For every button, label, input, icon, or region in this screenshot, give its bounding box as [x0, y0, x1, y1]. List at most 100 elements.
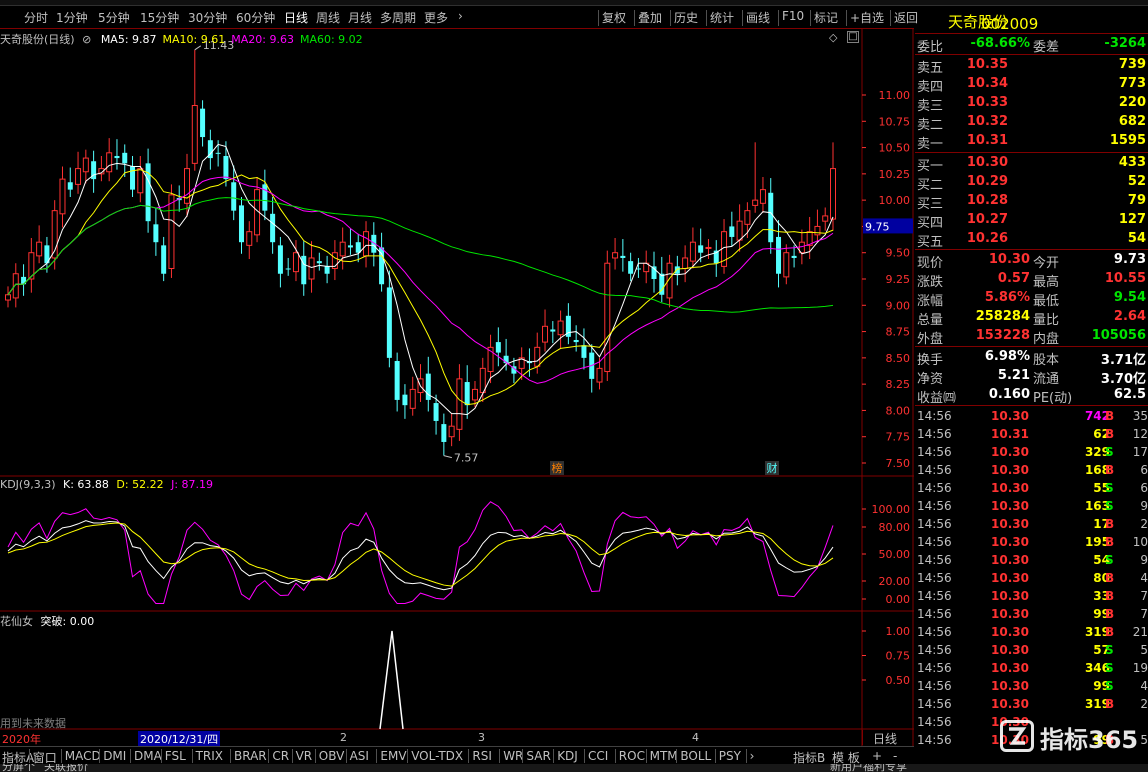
restore-icon[interactable]: □ — [847, 31, 859, 43]
period-8[interactable]: 月线 — [348, 9, 372, 26]
period-1[interactable]: 1分钟 — [56, 9, 88, 26]
buy-level[interactable]: 买二 10.29 52 — [915, 173, 1148, 193]
action-0[interactable]: 复权 — [602, 9, 626, 26]
candle-body-up — [363, 231, 370, 257]
candle-body-up — [736, 220, 743, 241]
tick-row: 14:56 10.30 168 B 6 — [915, 462, 1148, 480]
indicator-tab-dma[interactable]: DMA — [134, 749, 162, 763]
indicator-tab-macd[interactable]: MACD — [65, 749, 101, 763]
candle-body-down — [153, 224, 159, 243]
status-promo[interactable]: 新用户福利专享 — [830, 764, 907, 772]
divider — [915, 346, 1148, 347]
indicator-tab-brar[interactable]: BRAR — [234, 749, 267, 763]
indicator-tab-roc[interactable]: ROC — [619, 749, 645, 763]
indicator-tab-mtm[interactable]: MTM — [650, 749, 678, 763]
indicator-tab-kdj[interactable]: KDJ — [557, 749, 578, 763]
candle-body-down — [791, 255, 797, 258]
indicator-tab-obv[interactable]: OBV — [319, 749, 345, 763]
buy-level[interactable]: 买一 10.30 433 — [915, 154, 1148, 174]
tick-row: 14:56 10.30 33 B 7 — [915, 588, 1148, 606]
tabs-scroll-right-icon[interactable]: › — [750, 749, 755, 763]
period-2[interactable]: 5分钟 — [98, 9, 130, 26]
sell-level[interactable]: 卖四 10.34 773 — [915, 75, 1148, 95]
indicator-tab-wr[interactable]: WR — [503, 749, 523, 763]
sell-level-label: 卖一 — [917, 137, 944, 152]
tick-row: 14:56 10.31 62 B 12 — [915, 426, 1148, 444]
stat-value: 5.86% — [984, 290, 1030, 305]
tick-side: S — [1105, 445, 1114, 459]
indicator-tab-dmi[interactable]: DMI — [103, 749, 126, 763]
buy-level[interactable]: 买四 10.27 127 — [915, 211, 1148, 231]
sell-volume: 773 — [1118, 76, 1146, 91]
indicator-tab-boll[interactable]: BOLL — [680, 749, 711, 763]
period-6[interactable]: 日线 — [284, 9, 308, 26]
sell-volume: 739 — [1118, 57, 1146, 72]
indicator-tab-vr[interactable]: VR — [296, 749, 313, 763]
status-linked-quote[interactable]: 关联报价 — [44, 764, 88, 772]
quote-stat-row: 总量 258284 量比 2.64 — [915, 308, 1148, 328]
indicator-tab-asi[interactable]: ASI — [350, 749, 369, 763]
quote-stat-row: 涨幅 5.86% 最低 9.54 — [915, 289, 1148, 309]
period-indicator[interactable]: 日线 — [862, 730, 914, 746]
period-7[interactable]: 周线 — [316, 9, 340, 26]
candle-body-down — [550, 329, 556, 332]
sell-level[interactable]: 卖二 10.32 682 — [915, 113, 1148, 133]
event-marker[interactable]: 财 — [767, 461, 778, 475]
candle-body-down — [277, 245, 283, 274]
tab-separator — [28, 749, 30, 763]
right-tab-3[interactable]: - — [893, 749, 897, 763]
diamond-icon[interactable]: ◇ — [829, 31, 837, 44]
status-split-screen[interactable]: 分屏个 — [2, 764, 35, 772]
action-4[interactable]: 画线 — [746, 9, 770, 26]
stat-value: 10.30 — [988, 252, 1030, 267]
buy-level[interactable]: 买五 10.26 54 — [915, 230, 1148, 250]
action-7[interactable]: +自选 — [850, 9, 884, 26]
indicator-tab-trix[interactable]: TRIX — [196, 749, 223, 763]
sell-level[interactable]: 卖一 10.31 1595 — [915, 132, 1148, 152]
fundamental-row: 收益㈣ 0.160 PE(动) 62.5 — [915, 386, 1148, 406]
collapse-icon[interactable]: ⊘ — [82, 33, 91, 46]
stock-code: 002009 — [981, 15, 1039, 33]
indicator-tab-rsi[interactable]: RSI — [472, 749, 492, 763]
action-6[interactable]: 标记 — [814, 9, 838, 26]
indicator-tab-psy[interactable]: PSY — [719, 749, 741, 763]
action-3[interactable]: 统计 — [710, 9, 734, 26]
hxn-title[interactable]: 花仙女 — [0, 615, 33, 628]
indicator-tab-vol-tdx[interactable]: VOL-TDX — [411, 749, 463, 763]
period-5[interactable]: 60分钟 — [236, 9, 275, 26]
action-2[interactable]: 历史 — [674, 9, 698, 26]
period-3[interactable]: 15分钟 — [140, 9, 179, 26]
buy-level-label: 买五 — [917, 235, 944, 250]
indicator-tab-cci[interactable]: CCI — [588, 749, 608, 763]
candle-body-up — [308, 257, 315, 280]
buy-level[interactable]: 买三 10.28 79 — [915, 192, 1148, 212]
tick-time: 14:56 — [917, 679, 952, 693]
candle-body-up — [479, 367, 486, 394]
tick-time: 14:56 — [917, 571, 952, 585]
period-0[interactable]: 分时 — [24, 9, 48, 26]
more-chevron-icon[interactable]: › — [458, 9, 463, 23]
event-marker[interactable]: 榜 — [552, 461, 563, 475]
right-tab-2[interactable]: + — [872, 749, 882, 763]
tab-separator — [130, 749, 131, 763]
kdj-title[interactable]: KDJ(9,3,3) — [0, 478, 56, 491]
tick-price: 10.30 — [991, 697, 1029, 711]
indicator-tab-cr[interactable]: CR — [272, 749, 289, 763]
weibi-value: -68.66% — [970, 36, 1030, 51]
hxn-signal-line — [379, 630, 404, 730]
sell-level[interactable]: 卖三 10.33 220 — [915, 94, 1148, 114]
indicator-tab-emv[interactable]: EMV — [380, 749, 406, 763]
indicator-tab-fsl[interactable]: FSL — [165, 749, 186, 763]
period-4[interactable]: 30分钟 — [188, 9, 227, 26]
indicator-tab-sar[interactable]: SAR — [526, 749, 550, 763]
action-5[interactable]: F10 — [782, 9, 804, 23]
period-9[interactable]: 多周期 — [380, 9, 416, 26]
action-1[interactable]: 叠加 — [638, 9, 662, 26]
candle-body-down — [285, 268, 291, 270]
buy-volume: 54 — [1127, 231, 1146, 246]
tab-separator — [714, 749, 716, 763]
tick-count: 4 — [1140, 571, 1148, 585]
sell-level[interactable]: 卖五 10.35 739 — [915, 56, 1148, 76]
period-10[interactable]: 更多 — [424, 9, 448, 26]
tab-separator — [407, 749, 409, 763]
